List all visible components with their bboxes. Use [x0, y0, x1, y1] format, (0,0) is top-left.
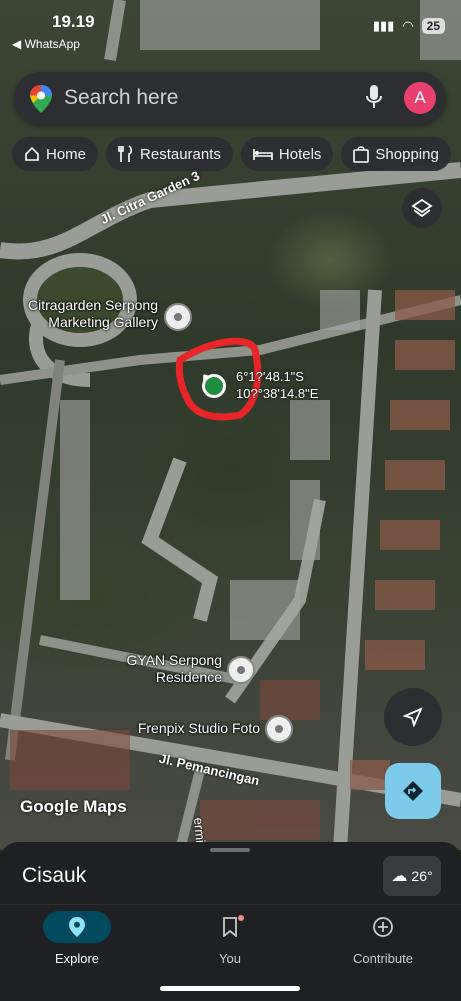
cloud-icon: ☁	[391, 868, 408, 885]
microphone-icon[interactable]	[366, 84, 382, 110]
layers-icon	[411, 198, 433, 218]
area-title: Cisauk	[22, 864, 87, 887]
signal-icon: ▮▮▮	[372, 18, 395, 33]
battery-icon: 25	[421, 18, 445, 34]
category-chips: Home Restaurants Hotels Shopping	[12, 137, 451, 171]
temperature: 26°	[411, 868, 433, 884]
place-label-citragarden[interactable]: Citragarden Serpong Marketing Gallery	[10, 297, 158, 331]
wifi-icon: ◠	[402, 18, 414, 33]
navigation-arrow-icon	[402, 707, 423, 728]
directions-button[interactable]	[385, 763, 441, 819]
google-maps-attribution: Google Maps	[20, 797, 127, 816]
place-pin-icon[interactable]	[164, 303, 192, 331]
directions-icon	[403, 781, 423, 801]
search-bar[interactable]: Search here A	[14, 72, 446, 124]
chip-hotels[interactable]: Hotels	[240, 137, 334, 171]
location-pin-icon	[69, 917, 85, 937]
back-to-app-link[interactable]: ◀ WhatsApp	[12, 37, 80, 51]
layers-button[interactable]	[402, 188, 442, 228]
status-time: 19.19	[52, 12, 95, 31]
fork-knife-icon	[118, 145, 133, 162]
bookmark-icon	[223, 917, 237, 937]
dropped-pin-coordinates: 6°1?'48.1"S 10?°38'14.8"E	[236, 369, 319, 401]
place-label-frenpix[interactable]: Frenpix Studio Foto	[110, 720, 260, 737]
notification-dot	[238, 915, 244, 921]
home-icon	[25, 146, 39, 161]
my-location-button[interactable]	[384, 688, 442, 746]
drag-handle[interactable]	[210, 848, 250, 852]
dropped-pin-icon[interactable]	[202, 374, 226, 398]
chip-shopping[interactable]: Shopping	[341, 137, 451, 171]
tab-you[interactable]: You	[170, 911, 290, 966]
chip-home[interactable]: Home	[12, 137, 99, 171]
shopping-bag-icon	[353, 146, 370, 163]
home-indicator[interactable]	[160, 986, 300, 991]
tab-explore[interactable]: Explore	[17, 911, 137, 966]
place-pin-icon[interactable]	[265, 715, 293, 743]
status-icons: ▮▮▮ ◠ 25	[373, 18, 445, 34]
place-pin-icon[interactable]	[227, 656, 255, 684]
chip-restaurants[interactable]: Restaurants	[106, 137, 233, 171]
tab-contribute[interactable]: Contribute	[323, 911, 443, 966]
google-maps-logo-icon	[30, 85, 52, 113]
search-input[interactable]: Search here	[64, 86, 178, 110]
avatar[interactable]: A	[404, 82, 436, 114]
weather-chip[interactable]: ☁ 26°	[383, 856, 441, 896]
status-bar: 19.19 ◀ WhatsApp ▮▮▮ ◠ 25	[0, 0, 461, 60]
place-label-gyan[interactable]: GYAN Serpong Residence	[100, 652, 222, 686]
bed-icon	[253, 149, 273, 160]
add-circle-icon	[373, 917, 393, 937]
